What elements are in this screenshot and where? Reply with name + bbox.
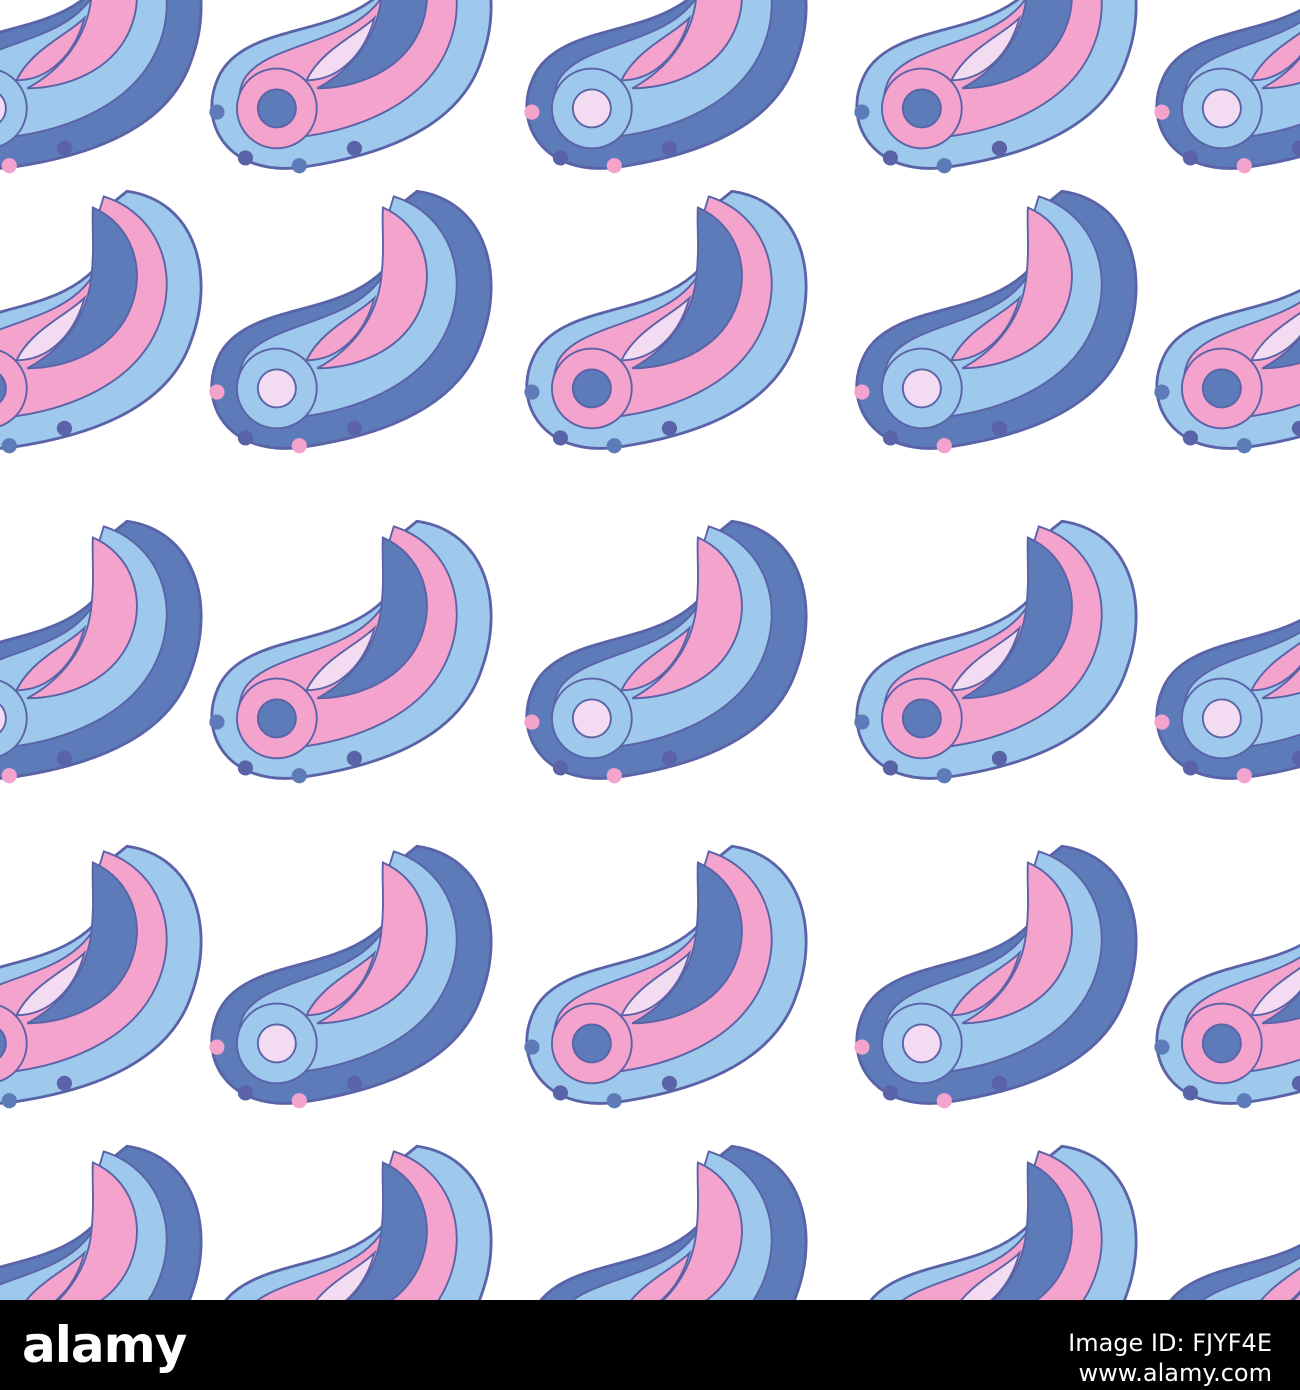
paisley-icon [499, 511, 829, 797]
brand-logo: alamy [22, 1316, 187, 1374]
paisley-icon [1129, 181, 1300, 467]
paisley-icon [1129, 836, 1300, 1122]
paisley-icon [0, 1136, 224, 1300]
paisley-icon [0, 181, 224, 467]
site-url-text: www.alamy.com [1078, 1359, 1272, 1387]
paisley-icon [1129, 1136, 1300, 1300]
paisley-icon [184, 1136, 514, 1300]
paisley-icon [829, 1136, 1159, 1300]
paisley-icon [499, 1136, 829, 1300]
paisley-icon [0, 836, 224, 1122]
paisley-icon [499, 836, 829, 1122]
paisley-icon [184, 511, 514, 797]
paisley-icon [0, 511, 224, 797]
paisley-icon [829, 181, 1159, 467]
paisley-icon [1129, 0, 1300, 187]
paisley-icon [1129, 511, 1300, 797]
paisley-pattern-svg [0, 0, 1300, 1300]
paisley-icon [0, 0, 224, 187]
paisley-icon [184, 181, 514, 467]
paisley-icon [499, 181, 829, 467]
paisley-motifs [0, 0, 1300, 1300]
paisley-icon [829, 511, 1159, 797]
paisley-icon [829, 836, 1159, 1122]
paisley-icon [499, 0, 829, 187]
paisley-icon [184, 0, 514, 187]
paisley-pattern [0, 0, 1300, 1300]
watermark-footer: alamy Image ID: FJYF4E www.alamy.com [0, 1300, 1300, 1390]
paisley-icon [184, 836, 514, 1122]
image-id-block: Image ID: FJYF4E www.alamy.com [1068, 1328, 1272, 1388]
paisley-icon [829, 0, 1159, 187]
image-id-text: Image ID: FJYF4E [1068, 1329, 1272, 1357]
